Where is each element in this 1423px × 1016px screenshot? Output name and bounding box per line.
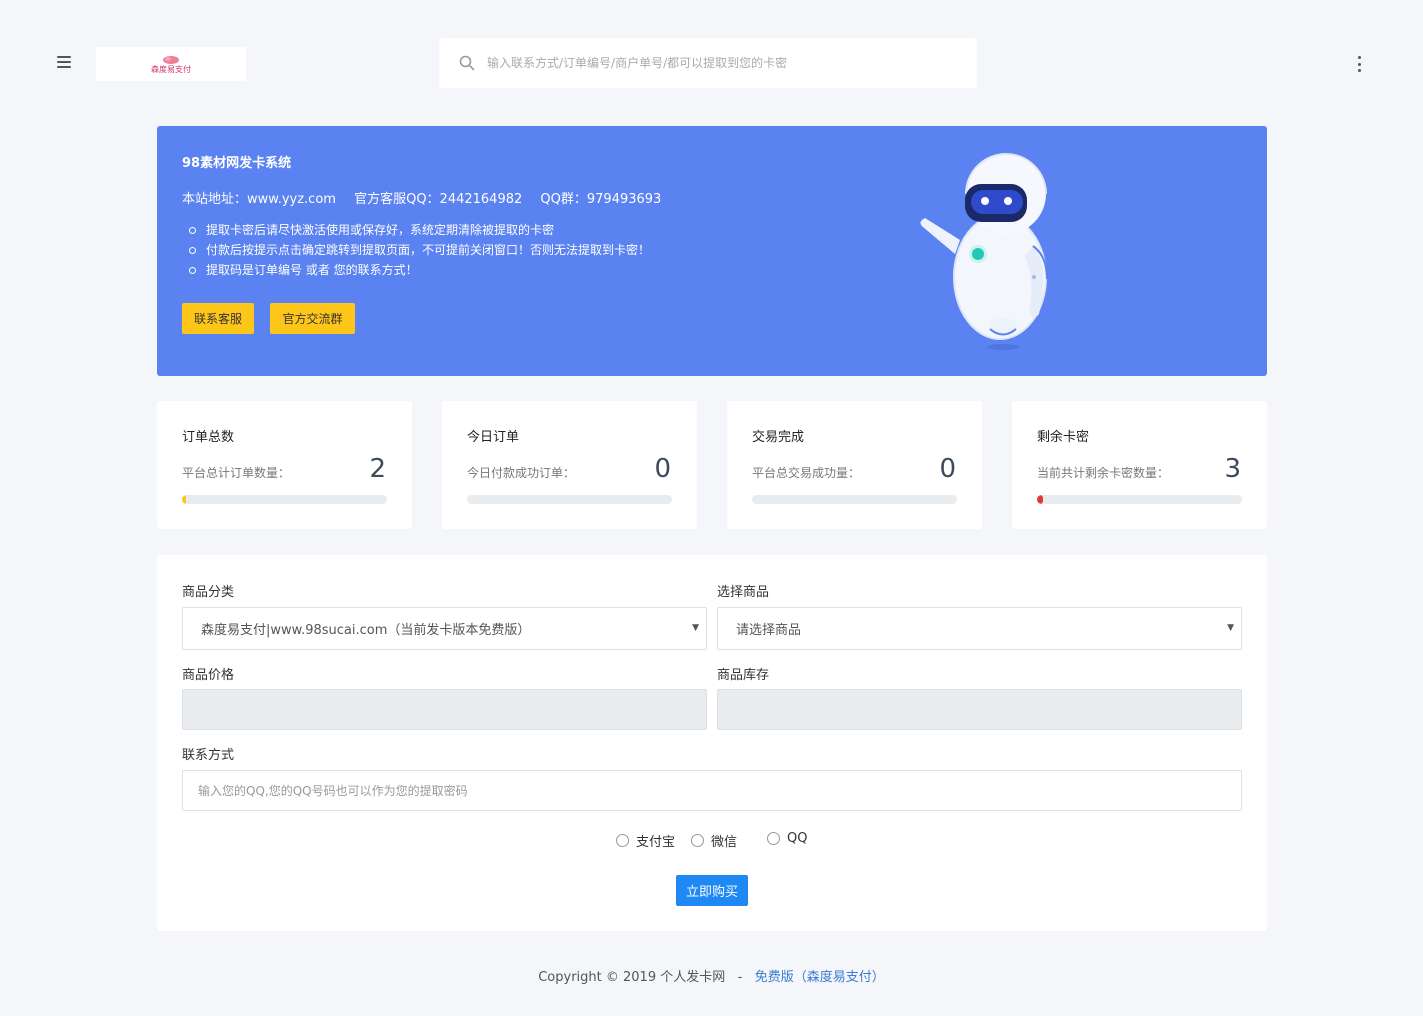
pay-wechat-radio[interactable]: 微信	[691, 831, 737, 850]
price-field	[182, 689, 707, 730]
stat-value: 2	[369, 454, 386, 484]
site-address: 本站地址：www.yyz.com	[182, 192, 336, 207]
purchase-form: 商品分类 森度易支付|www.98sucai.com（当前发卡版本免费版） ▼ …	[157, 555, 1267, 931]
radio-circle[interactable]	[767, 832, 780, 845]
stat-progress-fill	[1037, 495, 1044, 504]
footer-separator: -	[737, 970, 743, 985]
chevron-down-icon: ▼	[692, 623, 699, 633]
category-select[interactable]: 森度易支付|www.98sucai.com（当前发卡版本免费版） ▼	[182, 607, 707, 650]
buy-now-button[interactable]: 立即购买	[676, 875, 748, 906]
stock-label: 商品库存	[717, 668, 770, 683]
stat-title: 交易完成	[752, 430, 805, 445]
logo[interactable]: 森度易支付	[96, 47, 246, 81]
stat-title: 剩余卡密	[1037, 430, 1090, 445]
footer-link[interactable]: 免费版（森度易支付）	[755, 970, 885, 985]
stat-title: 订单总数	[182, 430, 235, 445]
category-selected-value: 森度易支付|www.98sucai.com（当前发卡版本免费版）	[201, 623, 531, 638]
banner-notes: 提取卡密后请尽快激活使用或保存好，系统定期清除被提取的卡密 付款后按提示点击确定…	[189, 220, 650, 280]
logo-text: 森度易支付	[151, 64, 191, 74]
search-bar[interactable]	[439, 38, 977, 88]
stat-progress-bar	[467, 495, 672, 504]
pay-method-label: QQ	[787, 831, 808, 846]
stat-card-remaining-cards: 剩余卡密 当前共计剩余卡密数量： 3	[1012, 401, 1267, 529]
stat-card-total-orders: 订单总数 平台总计订单数量： 2	[157, 401, 412, 529]
qq-service: 官方客服QQ：2442164982	[354, 192, 523, 207]
contact-label: 联系方式	[182, 748, 235, 763]
category-label: 商品分类	[182, 585, 235, 600]
pay-qq-radio[interactable]: QQ	[767, 831, 807, 846]
stat-progress-bar	[182, 495, 387, 504]
stat-value: 0	[654, 454, 671, 484]
stat-subtitle: 平台总交易成功量：	[752, 466, 861, 480]
stat-progress-bar	[1037, 495, 1242, 504]
banner-note: 提取卡密后请尽快激活使用或保存好，系统定期清除被提取的卡密	[189, 220, 650, 240]
more-options-icon[interactable]	[1356, 56, 1362, 72]
robot-illustration	[920, 153, 1048, 350]
product-selected-value: 请选择商品	[736, 623, 802, 638]
copyright-text: Copyright © 2019 个人发卡网	[538, 970, 726, 985]
stat-title: 今日订单	[467, 430, 520, 445]
stock-field	[717, 689, 1242, 730]
logo-image: 森度易支付	[151, 56, 191, 74]
search-input[interactable]	[487, 38, 977, 88]
banner-note: 付款后按提示点击确定跳转到提取页面，不可提前关闭窗口！否则无法提取到卡密！	[189, 240, 650, 260]
menu-icon[interactable]	[57, 56, 71, 68]
official-group-button[interactable]: 官方交流群	[270, 303, 355, 334]
radio-circle[interactable]	[616, 834, 629, 847]
info-banner: 98素材网发卡系统 本站地址：www.yyz.com 官方客服QQ：244216…	[157, 126, 1267, 376]
stat-subtitle: 当前共计剩余卡密数量：	[1037, 466, 1170, 480]
price-label: 商品价格	[182, 668, 235, 683]
contact-service-button[interactable]: 联系客服	[182, 303, 254, 334]
contact-input[interactable]	[182, 770, 1242, 811]
pay-method-label: 支付宝	[636, 835, 676, 850]
stat-subtitle: 今日付款成功订单：	[467, 466, 576, 480]
stat-card-completed: 交易完成 平台总交易成功量： 0	[727, 401, 982, 529]
pay-alipay-radio[interactable]: 支付宝	[616, 831, 675, 850]
search-icon	[459, 55, 475, 71]
pay-method-label: 微信	[711, 835, 738, 850]
stat-value: 3	[1224, 454, 1241, 484]
banner-title: 98素材网发卡系统	[182, 156, 292, 171]
qq-group: QQ群：979493693	[540, 192, 662, 207]
stat-value: 0	[939, 454, 956, 484]
radio-circle[interactable]	[691, 834, 704, 847]
banner-contact-info: 本站地址：www.yyz.com 官方客服QQ：2442164982 QQ群：9…	[182, 188, 675, 207]
stat-progress-fill	[182, 495, 187, 504]
stat-progress-bar	[752, 495, 957, 504]
product-select[interactable]: 请选择商品 ▼	[717, 607, 1242, 650]
product-label: 选择商品	[717, 585, 770, 600]
banner-note: 提取码是订单编号 或者 您的联系方式！	[189, 260, 650, 280]
stat-subtitle: 平台总计订单数量：	[182, 466, 291, 480]
footer: Copyright © 2019 个人发卡网 - 免费版（森度易支付）	[0, 966, 1423, 985]
chevron-down-icon: ▼	[1227, 623, 1234, 633]
stat-card-today-orders: 今日订单 今日付款成功订单： 0	[442, 401, 697, 529]
